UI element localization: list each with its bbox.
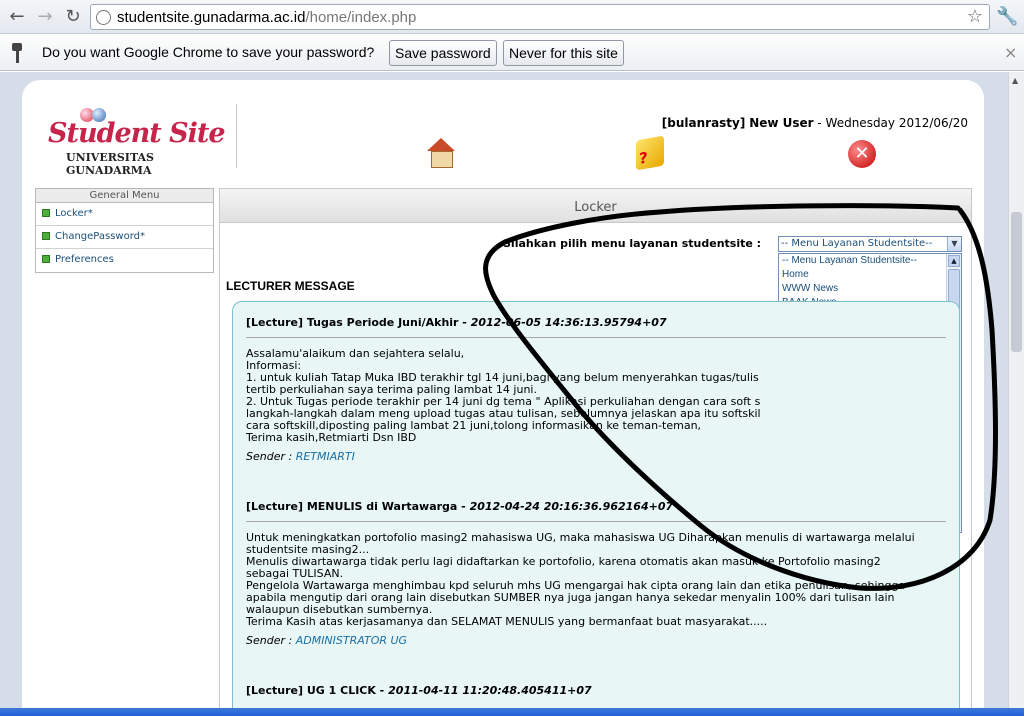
dropdown-option[interactable]: -- Menu Layanan Studentsite-- bbox=[779, 254, 945, 268]
dropdown-option[interactable]: Home bbox=[779, 268, 945, 282]
logo-university: UNIVERSITAS GUNADARMA bbox=[66, 151, 155, 177]
forward-arrow-icon[interactable]: → bbox=[34, 6, 56, 28]
help-icon[interactable]: ? bbox=[636, 135, 664, 171]
service-select-value: -- Menu Layanan Studentsite-- bbox=[781, 238, 933, 249]
password-infobar: Do you want Google Chrome to save your p… bbox=[0, 35, 1024, 71]
logout-icon[interactable]: ✕ bbox=[848, 140, 876, 168]
message-divider bbox=[246, 521, 946, 522]
scroll-up-icon[interactable]: ▲ bbox=[1012, 76, 1018, 85]
message-timestamp: - 2011-04-11 11:20:48.405411+07 bbox=[375, 684, 592, 697]
sender-label: Sender : bbox=[246, 450, 293, 463]
logo-word: Student Site bbox=[48, 118, 226, 149]
message-item: [Lecture] MENULIS di Wartawarga - 2012-0… bbox=[246, 500, 946, 647]
message-timestamp: - 2012-04-24 20:16:36.962164+07 bbox=[457, 500, 674, 513]
save-password-button[interactable]: Save password bbox=[389, 40, 497, 66]
lecturer-message-heading: LECTURER MESSAGE bbox=[226, 279, 355, 293]
message-title[interactable]: [Lecture] Tugas Periode Juni/Akhir - 201… bbox=[246, 316, 946, 329]
os-taskbar bbox=[0, 708, 1024, 716]
service-select[interactable]: -- Menu Layanan Studentsite-- ▼ bbox=[778, 236, 962, 252]
general-menu-title: General Menu bbox=[36, 189, 213, 203]
message-body: Untuk meningkatkan portofolio masing2 ma… bbox=[246, 531, 915, 628]
message-tag: [Lecture] MENULIS di Wartawarga bbox=[246, 500, 458, 513]
bullet-icon bbox=[42, 209, 50, 217]
address-bar[interactable]: studentsite.gunadarma.ac.id/home/index.p… bbox=[90, 4, 990, 30]
page-viewport: Student Site UNIVERSITAS GUNADARMA [bula… bbox=[0, 72, 1008, 716]
wrench-icon[interactable]: 🔧 bbox=[996, 6, 1018, 27]
bullet-icon bbox=[42, 232, 50, 240]
chevron-down-icon[interactable]: ▼ bbox=[947, 237, 961, 251]
url-path: /home/index.php bbox=[305, 9, 417, 26]
message-title[interactable]: [Lecture] MENULIS di Wartawarga - 2012-0… bbox=[246, 500, 946, 513]
browser-toolbar: ← → ↻ studentsite.gunadarma.ac.id/home/i… bbox=[0, 0, 1024, 34]
menu-item-change-password[interactable]: ChangePassword* bbox=[36, 226, 213, 249]
menu-item-label: ChangePassword* bbox=[55, 231, 145, 242]
content-card: Student Site UNIVERSITAS GUNADARMA [bula… bbox=[22, 80, 984, 716]
message-tag: [Lecture] Tugas Periode Juni/Akhir bbox=[246, 316, 459, 329]
close-infobar-icon[interactable]: × bbox=[1004, 43, 1017, 62]
reload-icon[interactable]: ↻ bbox=[62, 6, 84, 28]
sender-link[interactable]: RETMIARTI bbox=[296, 450, 355, 463]
page-scroll-thumb[interactable] bbox=[1011, 212, 1022, 352]
dropdown-option[interactable]: WWW News bbox=[779, 282, 945, 296]
service-select-label: Silahkan pilih menu layanan studentsite … bbox=[503, 237, 762, 250]
bookmark-star-icon[interactable]: ☆ bbox=[967, 6, 983, 27]
page-scrollbar[interactable]: ▲ bbox=[1008, 72, 1024, 708]
message-body: Assalamu'alaikum dan sejahtera selalu, I… bbox=[246, 347, 761, 444]
username: [bulanrasty] bbox=[661, 116, 746, 130]
general-menu: General Menu Locker* ChangePassword* Pre… bbox=[35, 188, 214, 273]
message-tag: [Lecture] UG 1 CLICK bbox=[246, 684, 376, 697]
home-icon[interactable] bbox=[426, 138, 456, 168]
message-timestamp: - 2012-06-05 14:36:13.95794+07 bbox=[458, 316, 667, 329]
back-arrow-icon[interactable]: ← bbox=[6, 6, 28, 28]
menu-item-locker[interactable]: Locker* bbox=[36, 203, 213, 226]
header-divider bbox=[236, 104, 237, 168]
user-type: New User bbox=[749, 116, 814, 130]
never-for-this-site-button[interactable]: Never for this site bbox=[503, 40, 624, 66]
message-sender: Sender : ADMINISTRATOR UG bbox=[246, 634, 946, 647]
message-item: [Lecture] UG 1 CLICK - 2011-04-11 11:20:… bbox=[246, 684, 946, 697]
url-text[interactable]: studentsite.gunadarma.ac.id/home/index.p… bbox=[117, 9, 416, 26]
menu-item-label: Preferences bbox=[55, 254, 114, 265]
menu-item-label: Locker* bbox=[55, 208, 93, 219]
menu-item-preferences[interactable]: Preferences bbox=[36, 249, 213, 272]
current-date: - Wednesday 2012/06/20 bbox=[813, 116, 968, 130]
globe-icon bbox=[96, 10, 111, 25]
sender-link[interactable]: ADMINISTRATOR UG bbox=[296, 634, 407, 647]
message-item: [Lecture] Tugas Periode Juni/Akhir - 201… bbox=[246, 316, 946, 463]
message-sender: Sender : RETMIARTI bbox=[246, 450, 946, 463]
message-divider bbox=[246, 337, 946, 338]
key-icon bbox=[12, 43, 22, 63]
message-title[interactable]: [Lecture] UG 1 CLICK - 2011-04-11 11:20:… bbox=[246, 684, 946, 697]
url-domain: studentsite.gunadarma.ac.id bbox=[117, 9, 306, 26]
messages-box: [Lecture] Tugas Periode Juni/Akhir - 201… bbox=[232, 301, 960, 716]
panel-title: Locker bbox=[220, 189, 971, 223]
sender-label: Sender : bbox=[246, 634, 293, 647]
bullet-icon bbox=[42, 255, 50, 263]
main-panel: Locker Silahkan pilih menu layanan stude… bbox=[219, 188, 972, 716]
user-info: [bulanrasty] New User - Wednesday 2012/0… bbox=[662, 116, 968, 130]
studentsite-logo[interactable]: Student Site UNIVERSITAS GUNADARMA bbox=[48, 106, 238, 177]
scroll-up-icon[interactable]: ▲ bbox=[948, 255, 960, 267]
